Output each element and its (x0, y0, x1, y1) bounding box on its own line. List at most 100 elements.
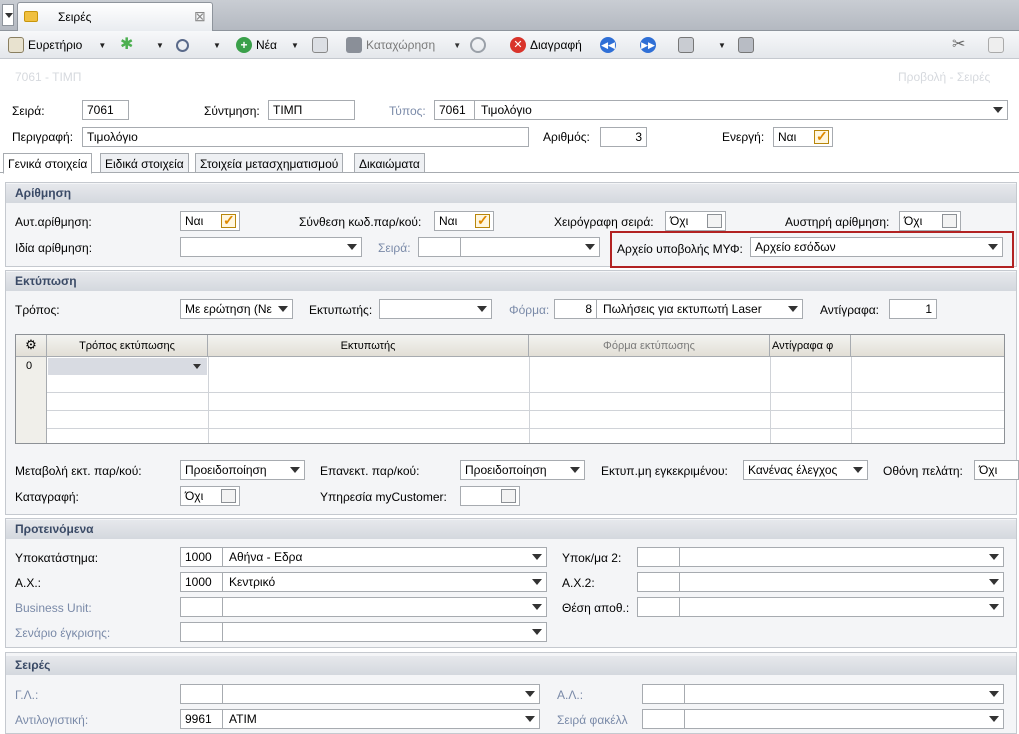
next-button[interactable]: ▶▶ (640, 35, 656, 55)
manual-series-checkbox[interactable] (707, 214, 722, 228)
copy-button[interactable] (312, 35, 328, 55)
chevron-down-icon (585, 244, 595, 250)
previous-button[interactable]: ◀◀ (600, 35, 616, 55)
manual-series-field[interactable]: Όχι (665, 211, 726, 231)
delete-button[interactable]: ✕ Διαγραφή (510, 35, 582, 55)
type-dropdown[interactable]: 7061 Τιμολόγιο (434, 100, 1008, 120)
chevron-down-icon (532, 629, 542, 635)
number-field[interactable]: 3 (600, 127, 647, 147)
print-mode-dropdown[interactable]: Με ερώτηση (Νε (180, 299, 293, 319)
compose-code-field[interactable]: Ναι (434, 211, 494, 231)
customer-screen-label: Οθόνη πελάτη: (883, 464, 963, 478)
tools-icon: ✂ (952, 36, 966, 53)
chevron-down-icon (989, 554, 999, 560)
strict-numbering-field[interactable]: Όχι (899, 211, 961, 231)
grid-col-printer[interactable]: Εκτυπωτής (208, 335, 529, 357)
print-change-dropdown[interactable]: Προειδοποίηση (180, 460, 305, 480)
warehouse-label: Α.Χ.: (15, 576, 42, 590)
reprint-dropdown[interactable]: Προειδοποίηση (460, 460, 585, 480)
tab-special[interactable]: Ειδικά στοιχεία (100, 153, 189, 173)
chevron-down-icon (525, 716, 535, 722)
numbering-section-title: Αρίθμηση (6, 184, 1016, 203)
myf-file-dropdown[interactable]: Αρχείο εσόδων (750, 237, 1003, 257)
favorites-button[interactable]: ✱ ▼ (120, 35, 164, 55)
approval-scenario-label: Σενάριο έγκρισης: (15, 626, 111, 640)
auto-numbering-field[interactable]: Ναι (180, 211, 240, 231)
folder-series-dropdown[interactable] (642, 709, 1004, 729)
strict-numbering-checkbox[interactable] (942, 214, 957, 228)
grid-col-print-form[interactable]: Φόρμα εκτύπωσης (529, 335, 770, 357)
print-mode-label: Τρόπος: (15, 303, 60, 317)
approval-scenario-dropdown[interactable] (180, 622, 547, 642)
manual-series-label: Χειρόγραφη σειρά: (554, 215, 654, 229)
chevron-down-icon (532, 554, 542, 560)
mycustomer-label: Υπηρεσία myCustomer: (320, 490, 447, 504)
series-field[interactable]: 7061 (82, 100, 129, 120)
grid-col-copies[interactable]: Αντίγραφα φ (770, 335, 851, 357)
folder-series-label: Σειρά φακέλλ (557, 713, 628, 727)
printer-dropdown[interactable] (379, 299, 492, 319)
star-icon: ✱ (120, 36, 134, 53)
tools-button[interactable]: ✂ (952, 35, 968, 55)
counter-series-dropdown[interactable]: 9961 ΑΤΙΜ (180, 709, 540, 729)
refresh-button[interactable] (470, 35, 486, 55)
customer-screen-field[interactable]: Όχι (974, 460, 1019, 480)
gl-dropdown[interactable] (180, 684, 540, 704)
type-label: Τύπος: (389, 104, 426, 118)
warehouse2-dropdown[interactable] (637, 572, 1004, 592)
settings-button[interactable] (738, 35, 754, 55)
unapproved-print-dropdown[interactable]: Κανένας έλεγχος (743, 460, 868, 480)
numbering-series-dropdown[interactable] (418, 237, 600, 257)
copies-label: Αντίγραφα: (820, 303, 880, 317)
active-field[interactable]: Ναι (773, 127, 833, 147)
business-unit-label: Business Unit: (15, 601, 92, 615)
storage-position-label: Θέση αποθ.: (562, 601, 630, 615)
index-button[interactable]: Ευρετήριο ▼ (8, 35, 106, 55)
defaults-section-title: Προτεινόμενα (6, 520, 1016, 539)
header-record-title: 7061 - ΤΙΜΠ (15, 70, 82, 84)
copies-field[interactable]: 1 (889, 299, 937, 319)
chevron-down-icon (532, 579, 542, 585)
settings-icon (738, 37, 754, 53)
save-button[interactable]: Καταχώρηση ▼ (346, 35, 461, 55)
auto-numbering-checkbox[interactable] (221, 212, 236, 229)
branch2-label: Υποκ/μα 2: (562, 551, 622, 565)
logging-field[interactable]: Όχι (180, 486, 240, 506)
tab-permissions[interactable]: Δικαιώματα (354, 153, 425, 173)
active-checkbox[interactable] (814, 128, 829, 145)
tab-menu-button[interactable] (2, 4, 14, 26)
description-label: Περιγραφή: (12, 130, 74, 144)
al-dropdown[interactable] (642, 684, 1004, 704)
series-section-title: Σειρές (6, 656, 1016, 675)
description-field[interactable]: Τιμολόγιο (82, 127, 529, 147)
tab-general[interactable]: Γενικά στοιχεία (3, 153, 93, 174)
business-unit-dropdown[interactable] (180, 597, 547, 617)
logging-label: Καταγραφή: (15, 490, 79, 504)
chevron-down-icon (989, 691, 999, 697)
compose-code-checkbox[interactable] (475, 212, 490, 229)
grid-col-print-mode[interactable]: Τρόπος εκτύπωσης (47, 335, 208, 357)
branch-dropdown[interactable]: 1000 Αθήνα - Εδρα (180, 547, 547, 567)
mycustomer-field[interactable] (460, 486, 520, 506)
same-numbering-dropdown[interactable] (180, 237, 362, 257)
document-tab[interactable]: Σειρές ⊠ (17, 2, 213, 31)
exit-button[interactable] (988, 35, 1004, 55)
grid-row-selected-cell[interactable] (48, 358, 207, 375)
logging-checkbox[interactable] (221, 489, 236, 503)
abbreviation-field[interactable]: ΤΙΜΠ (268, 100, 355, 120)
active-label: Ενεργή: (722, 130, 765, 144)
close-icon[interactable]: ⊠ (194, 8, 206, 25)
storage-position-dropdown[interactable] (637, 597, 1004, 617)
search-button[interactable]: ▼ (176, 35, 221, 55)
chevron-down-icon (989, 604, 999, 610)
warehouse-dropdown[interactable]: 1000 Κεντρικό (180, 572, 547, 592)
branch2-dropdown[interactable] (637, 547, 1004, 567)
mycustomer-checkbox[interactable] (501, 489, 516, 503)
print-button[interactable]: ▼ (678, 35, 726, 55)
new-button[interactable]: + Νέα ▼ (236, 35, 299, 55)
print-form-dropdown[interactable]: 8 Πωλήσεις για εκτυπωτή Laser (554, 299, 803, 319)
grid-settings-icon[interactable]: ⚙ (16, 335, 47, 357)
warehouse2-label: Α.Χ.2: (562, 576, 595, 590)
branch-label: Υποκατάστημα: (15, 551, 99, 565)
tab-transformation[interactable]: Στοιχεία μετασχηματισμού (195, 153, 344, 173)
